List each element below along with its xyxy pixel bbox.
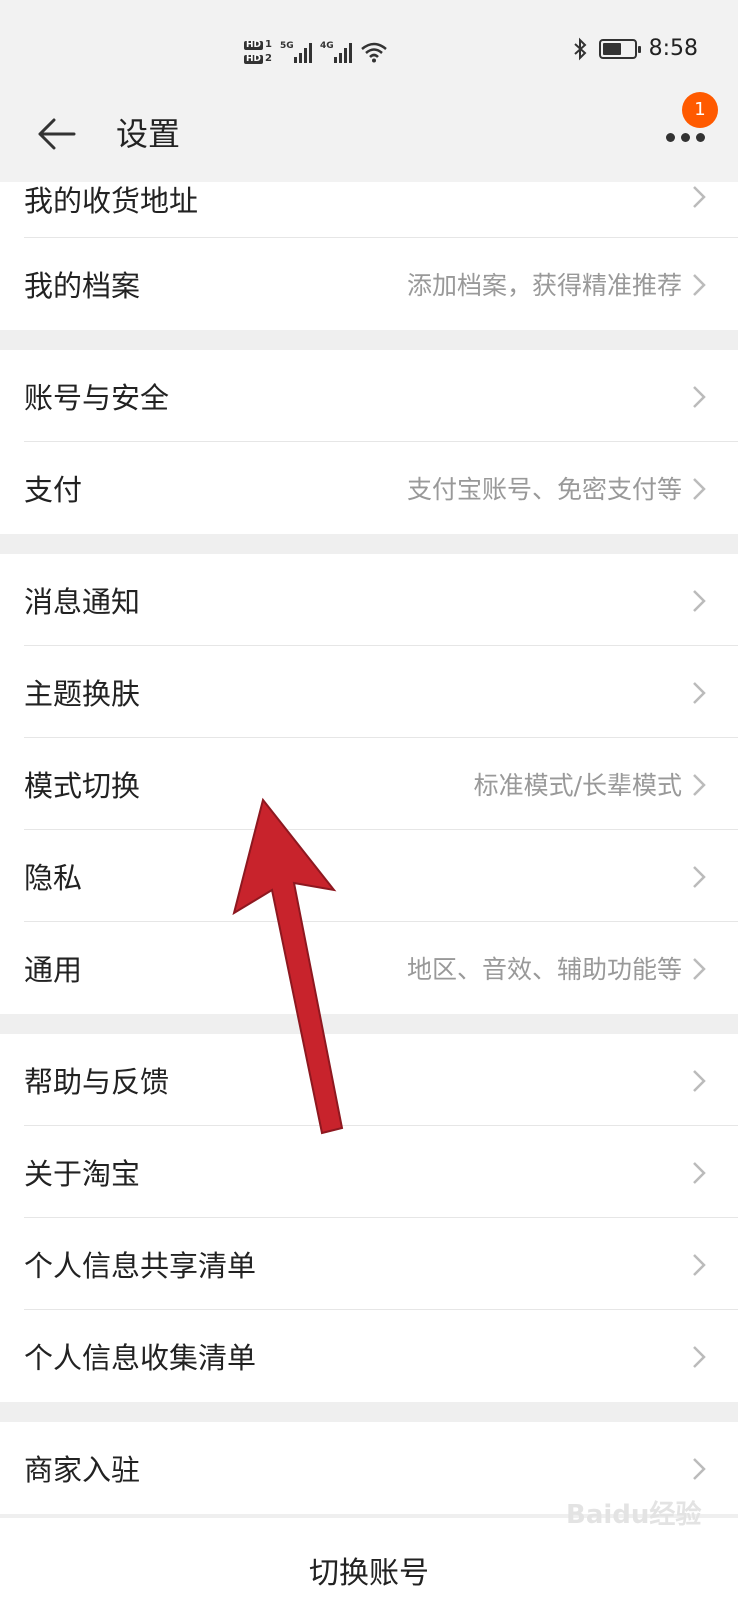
bluetooth-icon: [573, 37, 587, 60]
chevron-right-icon: [693, 478, 706, 500]
row-hint: 支付宝账号、免密支付等: [406, 475, 682, 504]
status-bar: HD 1 HD 2 5G 4G 8:58: [0, 0, 738, 86]
chevron-right-icon: [693, 590, 706, 612]
signal-4g-icon: 4G: [320, 41, 352, 63]
clock: 8:58: [648, 36, 698, 61]
signal-5g-icon: 5G: [280, 41, 312, 63]
row-my-profile[interactable]: 我的档案 添加档案，获得精准推荐: [24, 238, 738, 330]
row-help-feedback[interactable]: 帮助与反馈: [24, 1034, 738, 1126]
hd-badge-sim1: HD 1: [244, 39, 272, 50]
nav-bar: 设置: [0, 86, 738, 182]
row-about-taobao[interactable]: 关于淘宝: [24, 1126, 738, 1218]
chevron-right-icon: [693, 774, 706, 796]
chevron-right-icon: [693, 682, 706, 704]
row-privacy[interactable]: 隐私: [24, 830, 738, 922]
chevron-right-icon: [693, 274, 706, 296]
chevron-right-icon: [693, 1070, 706, 1092]
row-info-sharing-list[interactable]: 个人信息共享清单: [24, 1218, 738, 1310]
row-label: 模式切换: [24, 768, 141, 803]
chevron-right-icon: [693, 1254, 706, 1276]
network-indicators: HD 1 HD 2 5G 4G: [244, 30, 388, 74]
settings-group-profile: 我的收货地址 我的档案 添加档案，获得精准推荐: [0, 182, 738, 330]
row-label: 支付: [24, 473, 83, 507]
settings-group-general: 消息通知 主题换肤 模式切换 标准模式/长辈模式 隐私 通用 地区、音效、辅助功…: [0, 554, 738, 1014]
row-payment[interactable]: 支付 支付宝账号、免密支付等: [24, 442, 738, 534]
row-label: 个人信息共享清单: [24, 1248, 257, 1283]
row-label: 主题换肤: [24, 676, 141, 711]
row-label: 商家入驻: [24, 1453, 141, 1487]
row-mode-switch[interactable]: 模式切换 标准模式/长辈模式: [24, 738, 738, 830]
page-title: 设置: [116, 115, 181, 153]
notification-badge: 1: [682, 92, 718, 128]
row-hint: 地区、音效、辅助功能等: [406, 955, 682, 984]
chevron-right-icon: [693, 186, 706, 208]
chevron-right-icon: [693, 386, 706, 408]
chevron-right-icon: [693, 1458, 706, 1480]
row-label: 个人信息收集清单: [24, 1341, 257, 1375]
chevron-right-icon: [693, 1346, 706, 1368]
back-arrow-icon[interactable]: [34, 114, 78, 154]
row-label: 我的档案: [24, 269, 141, 303]
row-notifications[interactable]: 消息通知: [24, 554, 738, 646]
chevron-right-icon: [693, 866, 706, 888]
row-info-collection-list[interactable]: 个人信息收集清单: [24, 1310, 738, 1402]
row-shipping-address[interactable]: 我的收货地址: [24, 182, 738, 238]
row-hint: 标准模式/长辈模式: [473, 770, 682, 800]
row-label: 账号与安全: [24, 380, 170, 415]
status-right: 8:58: [573, 36, 698, 61]
row-account-security[interactable]: 账号与安全: [24, 350, 738, 442]
dot-icon: [695, 132, 705, 142]
watermark-logo: Baidu经验: [566, 1500, 702, 1530]
dot-icon: [665, 132, 675, 142]
row-label: 关于淘宝: [24, 1156, 141, 1191]
settings-group-account: 账号与安全 支付 支付宝账号、免密支付等: [0, 350, 738, 534]
row-general[interactable]: 通用 地区、音效、辅助功能等: [24, 922, 738, 1014]
hd-badge-sim2: HD 2: [244, 53, 272, 64]
row-theme-skin[interactable]: 主题换肤: [24, 646, 738, 738]
row-label: 我的收货地址: [24, 184, 199, 218]
row-label: 消息通知: [24, 584, 141, 619]
settings-group-about: 帮助与反馈 关于淘宝 个人信息共享清单 个人信息收集清单: [0, 1034, 738, 1402]
settings-list: 我的收货地址 我的档案 添加档案，获得精准推荐 账号与安全 支付 支付宝账号、免…: [0, 182, 738, 1534]
battery-icon: [598, 38, 641, 59]
chevron-right-icon: [693, 958, 706, 980]
row-label: 通用: [24, 953, 83, 987]
wifi-icon: [361, 42, 387, 63]
chevron-right-icon: [693, 1162, 706, 1184]
switch-account-label: 切换账号: [309, 1556, 429, 1591]
row-label: 帮助与反馈: [24, 1064, 170, 1099]
dot-icon: [680, 132, 690, 142]
row-hint: 添加档案，获得精准推荐: [406, 271, 682, 300]
row-label: 隐私: [24, 860, 83, 895]
